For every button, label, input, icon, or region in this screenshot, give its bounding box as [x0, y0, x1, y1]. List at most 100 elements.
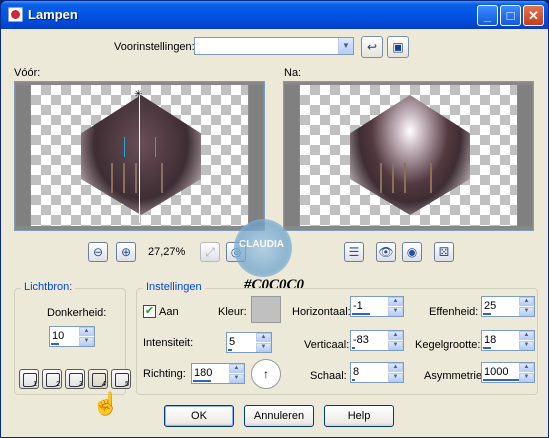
minimize-button[interactable]: _ [477, 5, 498, 26]
lamp-number: 2 [56, 381, 60, 388]
watermark-text: CLAUDIA [239, 239, 284, 250]
before-label: Vóór: [14, 67, 41, 79]
before-preview[interactable]: ✳ [14, 81, 265, 231]
help-button[interactable]: Help [324, 405, 394, 427]
direction-label: Richting: [143, 368, 186, 380]
zoom-in-icon: ⊕ [120, 245, 132, 259]
spin-up-icon[interactable]: ▲ [388, 363, 403, 372]
spin-down-icon[interactable]: ▼ [229, 374, 244, 383]
presets-combo[interactable]: ▼ [194, 37, 354, 55]
zoom-level: 27,27% [148, 246, 186, 258]
preview-border [285, 85, 299, 226]
eye-hand-icon: 👁 [378, 245, 394, 259]
lamp-1-button[interactable]: 1 [19, 369, 39, 389]
softness-spinner[interactable]: 25 ▲ ▼ [481, 296, 535, 317]
ok-button[interactable]: OK [164, 405, 234, 427]
spin-down-icon[interactable]: ▼ [519, 341, 534, 350]
spin-up-icon[interactable]: ▲ [519, 331, 534, 340]
cone-size-bar [483, 347, 491, 349]
spin-down-icon[interactable]: ▼ [519, 373, 534, 382]
after-image-subject [350, 95, 470, 215]
settings-title: Instellingen [143, 281, 205, 293]
spin-up-icon[interactable]: ▲ [256, 333, 271, 342]
scale-spinner[interactable]: 8 ▲ ▼ [350, 362, 404, 383]
fit-view-button[interactable]: ⤢ [200, 242, 220, 262]
darkness-label: Donkerheid: [47, 307, 107, 319]
intensity-value: 5 [229, 336, 236, 348]
cone-size-spinner[interactable]: 18 ▲ ▼ [481, 330, 535, 351]
vertical-bar [352, 347, 355, 349]
lampen-dialog: Lampen _ □ ✕ Voorinstellingen: ▼ ↩ ▣ Vóó… [0, 0, 549, 438]
after-image [300, 85, 517, 226]
lamp-number: 3 [79, 381, 83, 388]
before-image: ✳ [31, 85, 248, 226]
spin-up-icon[interactable]: ▲ [388, 331, 403, 340]
spin-down-icon[interactable]: ▼ [388, 341, 403, 350]
close-button[interactable]: ✕ [523, 5, 544, 26]
cone-size-value: 18 [484, 334, 497, 346]
lamp-2-button[interactable]: 2 [42, 369, 62, 389]
auto-proof-button[interactable]: ◉ [402, 242, 422, 262]
darkness-bar [51, 343, 59, 345]
asymmetry-spinner[interactable]: 1000 ▲ ▼ [481, 362, 535, 383]
after-label: Na: [284, 67, 302, 79]
lamp-4-button[interactable]: 4 [88, 369, 108, 389]
spin-down-icon[interactable]: ▼ [388, 373, 403, 382]
horizontal-bar [352, 313, 370, 315]
on-checkbox[interactable]: ✔ [143, 305, 156, 318]
watermark-logo: CLAUDIA [234, 219, 292, 277]
fit-view-icon: ⤢ [205, 245, 215, 259]
cone-outline [124, 137, 156, 157]
softness-bar [483, 313, 491, 315]
direction-dial[interactable]: ↑ [251, 359, 281, 389]
randomize-button[interactable]: ⚄ [434, 242, 454, 262]
show-marquee-button[interactable]: ☰ [344, 242, 364, 262]
pointing-hand-icon: ☝ [92, 391, 120, 416]
spin-up-icon[interactable]: ▲ [229, 364, 244, 373]
window-icon [8, 7, 23, 22]
horizontal-value: -1 [353, 300, 363, 312]
scale-bar [352, 379, 355, 381]
eye-icon: ◉ [406, 245, 418, 259]
cancel-button[interactable]: Annuleren [244, 405, 314, 427]
spin-up-icon[interactable]: ▲ [519, 297, 534, 306]
direction-spinner[interactable]: 180 ▲ ▼ [191, 363, 245, 384]
color-swatch[interactable] [251, 296, 281, 323]
lamp-3-button[interactable]: 3 [65, 369, 85, 389]
intensity-bar [228, 349, 232, 351]
darkness-value: 10 [52, 330, 65, 342]
title-bar[interactable]: Lampen _ □ ✕ [1, 1, 548, 29]
cone-size-label: Kegelgrootte: [415, 339, 481, 351]
lamp-number: 1 [33, 381, 37, 388]
softness-label: Effenheid: [429, 306, 479, 318]
reset-preset-button[interactable]: ↩ [361, 36, 383, 58]
vertical-value: -83 [353, 334, 369, 346]
spin-down-icon[interactable]: ▼ [256, 343, 271, 352]
spin-down-icon[interactable]: ▼ [388, 307, 403, 316]
zoom-in-button[interactable]: ⊕ [116, 242, 136, 262]
color-label: Kleur: [218, 306, 247, 318]
proof-button[interactable]: 👁 [376, 242, 396, 262]
spin-up-icon[interactable]: ▲ [388, 297, 403, 306]
lightsource-title: Lichtbron: [21, 281, 76, 293]
spin-down-icon[interactable]: ▼ [519, 307, 534, 316]
horizontal-spinner[interactable]: -1 ▲ ▼ [350, 296, 404, 317]
lamp-number: 5 [125, 381, 129, 388]
save-preset-button[interactable]: ▣ [387, 36, 409, 58]
lamp-5-button[interactable]: 5 [111, 369, 131, 389]
vertical-spinner[interactable]: -83 ▲ ▼ [350, 330, 404, 351]
darkness-spinner[interactable]: 10 ▲ ▼ [49, 326, 95, 347]
spin-down-icon[interactable]: ▼ [79, 337, 94, 346]
vertical-label: Verticaal: [304, 339, 350, 351]
asymmetry-label: Asymmetrie: [424, 370, 486, 382]
minimize-icon: _ [483, 8, 492, 23]
spin-up-icon[interactable]: ▲ [79, 327, 94, 336]
maximize-button[interactable]: □ [500, 5, 521, 26]
intensity-spinner[interactable]: 5 ▲ ▼ [226, 332, 272, 353]
window-title: Lampen [28, 7, 78, 22]
light-direction-line[interactable] [139, 93, 140, 223]
spin-up-icon[interactable]: ▲ [519, 363, 534, 372]
zoom-out-button[interactable]: ⊖ [88, 242, 108, 262]
presets-label: Voorinstellingen: [114, 41, 195, 53]
light-source-handle-icon[interactable]: ✳ [134, 89, 142, 100]
